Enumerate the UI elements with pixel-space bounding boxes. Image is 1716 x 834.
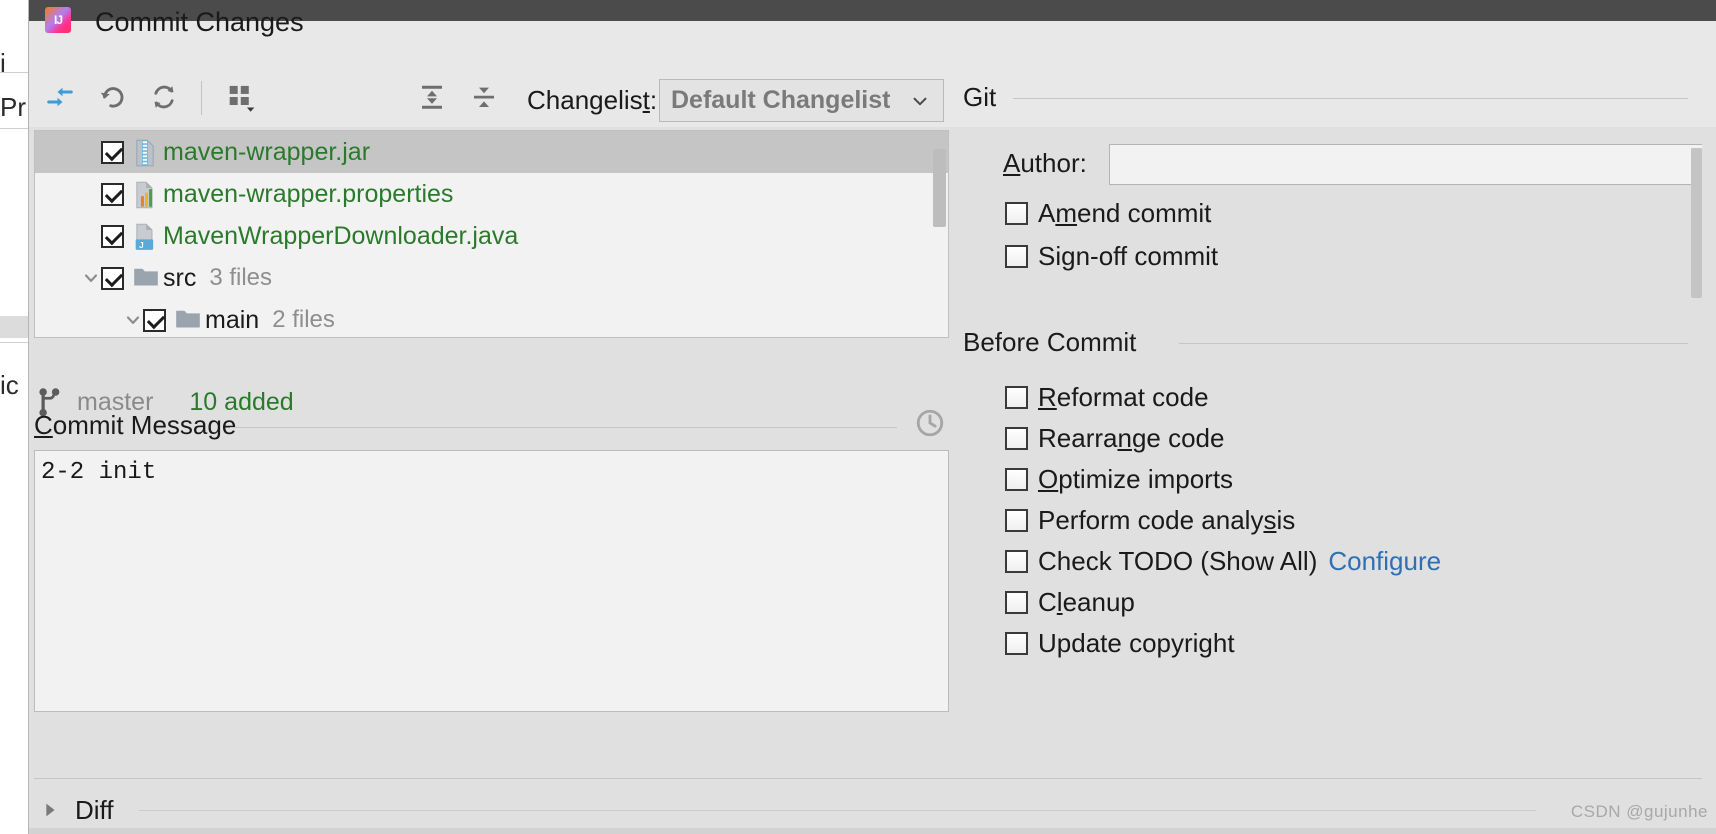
chevron-down-icon[interactable] — [123, 310, 143, 330]
before-commit-section-header: Before Commit — [959, 327, 1702, 357]
update-copyright-checkbox[interactable]: Update copyright — [1005, 628, 1235, 659]
diff-label: Diff — [75, 794, 114, 825]
collapse-all-icon[interactable] — [463, 78, 505, 116]
checkbox-box — [1005, 202, 1028, 225]
tree-row-count: 3 files — [209, 264, 273, 291]
reformat-code-checkbox-label: Reformat code — [1038, 382, 1209, 412]
tree-scrollbar[interactable] — [933, 149, 946, 227]
footer-divider — [34, 778, 1702, 779]
tree-row[interactable]: J MavenWrapperDownloader.java — [35, 215, 948, 257]
checkbox-box — [1005, 468, 1028, 491]
changelist-label-text: Changelist: — [527, 85, 658, 115]
group-by-grid-icon[interactable] — [221, 78, 263, 116]
chevron-right-icon — [46, 803, 55, 817]
jar-archive-icon — [133, 139, 157, 167]
file-checkbox[interactable] — [101, 266, 124, 290]
tree-row-label: MavenWrapperDownloader.java — [163, 221, 519, 250]
reformat-code-checkbox[interactable]: Reformat code — [1005, 382, 1209, 413]
tree-row-label: main — [205, 305, 260, 334]
dialog-bottom-edge — [29, 828, 1716, 834]
section-divider — [230, 427, 897, 428]
revert-icon[interactable] — [91, 78, 133, 116]
cleanup-checkbox-label: Cleanup — [1038, 587, 1135, 617]
watermark: CSDN @gujunhe — [1570, 802, 1708, 821]
tree-row-label: maven-wrapper.properties — [163, 179, 454, 208]
chevron-down-icon — [913, 97, 927, 105]
rearrange-code-checkbox-label: Rearrange code — [1038, 423, 1225, 453]
refresh-icon[interactable] — [143, 78, 185, 116]
checkbox-box — [1005, 245, 1028, 268]
sign-off-commit-checkbox[interactable]: Sign-off commit — [1005, 241, 1218, 272]
checkbox-box — [1005, 632, 1028, 655]
commit-changes-dialog: IJ Commit Changes Changelist: Default Ch… — [28, 0, 1716, 834]
file-checkbox[interactable] — [101, 140, 124, 164]
diff-toggle[interactable]: Diff — [39, 792, 114, 828]
commit-message-header: Commit Message — [34, 409, 949, 444]
checkbox-box — [1005, 591, 1028, 614]
changelist-dropdown[interactable]: Default Changelist — [659, 79, 944, 122]
tree-row-label: src — [163, 263, 197, 292]
tree-row[interactable]: main 2 files — [35, 299, 948, 337]
dialog-header: IJ Commit Changes — [29, 7, 1716, 63]
author-input[interactable] — [1109, 144, 1702, 185]
update-copyright-checkbox-label: Update copyright — [1038, 628, 1235, 658]
file-checkbox[interactable] — [143, 308, 166, 332]
changelist-selected-value: Default Changelist — [671, 86, 891, 114]
changed-files-tree[interactable]: maven-wrapper.jar maven-wrapper.propertie… — [34, 130, 949, 338]
git-section-header: Git — [959, 82, 1702, 112]
sign-off-commit-label: Sign-off commit — [1038, 241, 1219, 271]
svg-text:J: J — [139, 241, 144, 250]
optimize-imports-checkbox-label: Optimize imports — [1038, 464, 1234, 494]
tree-row[interactable]: src 3 files — [35, 257, 948, 299]
cleanup-checkbox[interactable]: Cleanup — [1005, 587, 1135, 618]
git-section-title: Git — [963, 82, 997, 112]
checkbox-box — [1005, 386, 1028, 409]
perform-code-analysis-checkbox[interactable]: Perform code analysis — [1005, 505, 1295, 536]
check-todo-checkbox-label: Check TODO (Show All) — [1038, 546, 1318, 576]
rearrange-code-checkbox[interactable]: Rearrange code — [1005, 423, 1224, 454]
optimize-imports-checkbox[interactable]: Optimize imports — [1005, 464, 1233, 495]
file-checkbox[interactable] — [101, 182, 124, 206]
java-file-icon: J — [133, 223, 157, 250]
expand-all-icon[interactable] — [411, 78, 453, 116]
tree-row[interactable]: maven-wrapper.jar — [35, 131, 948, 173]
commit-options-pane: Git Author: Amend commit Sign-off commit… — [959, 72, 1702, 782]
properties-file-icon — [133, 181, 157, 209]
clock-history-icon[interactable] — [913, 406, 947, 440]
tree-row-count: 2 files — [272, 306, 335, 333]
amend-commit-checkbox[interactable]: Amend commit — [1005, 198, 1211, 229]
checkbox-box — [1005, 550, 1028, 573]
commit-message-value: 2-2 init — [41, 459, 157, 486]
checkbox-box — [1005, 427, 1028, 450]
author-label: Author: — [1003, 148, 1087, 179]
intellij-idea-icon: IJ — [45, 7, 71, 33]
configure-link[interactable]: Configure — [1328, 546, 1441, 577]
diff-divider-line — [139, 810, 1536, 811]
commit-message-label-text: Commit Message — [34, 410, 237, 440]
move-to-changelist-icon[interactable] — [39, 78, 81, 116]
perform-code-analysis-checkbox-label: Perform code analysis — [1038, 505, 1296, 535]
check-todo-checkbox[interactable]: Check TODO (Show All) Configure — [1005, 546, 1441, 577]
checkbox-box — [1005, 509, 1028, 532]
folder-icon — [133, 265, 158, 291]
chevron-down-icon[interactable] — [81, 268, 101, 288]
page-title: Commit Changes — [95, 7, 304, 37]
commit-message-label: Commit Message — [34, 410, 236, 441]
commit-message-input[interactable]: 2-2 init — [34, 450, 949, 712]
tree-row-label: maven-wrapper.jar — [163, 137, 371, 166]
options-scrollbar-thumb[interactable] — [1691, 148, 1702, 298]
toolbar-separator — [201, 81, 202, 115]
amend-commit-label: Amend commit — [1038, 198, 1212, 228]
before-commit-section-title: Before Commit — [963, 327, 1137, 357]
tree-row[interactable]: maven-wrapper.properties — [35, 173, 948, 215]
changelist-label: Changelist: — [527, 85, 657, 116]
file-checkbox[interactable] — [101, 224, 124, 248]
folder-icon — [175, 307, 200, 333]
author-label-text: Author: — [1003, 148, 1087, 178]
